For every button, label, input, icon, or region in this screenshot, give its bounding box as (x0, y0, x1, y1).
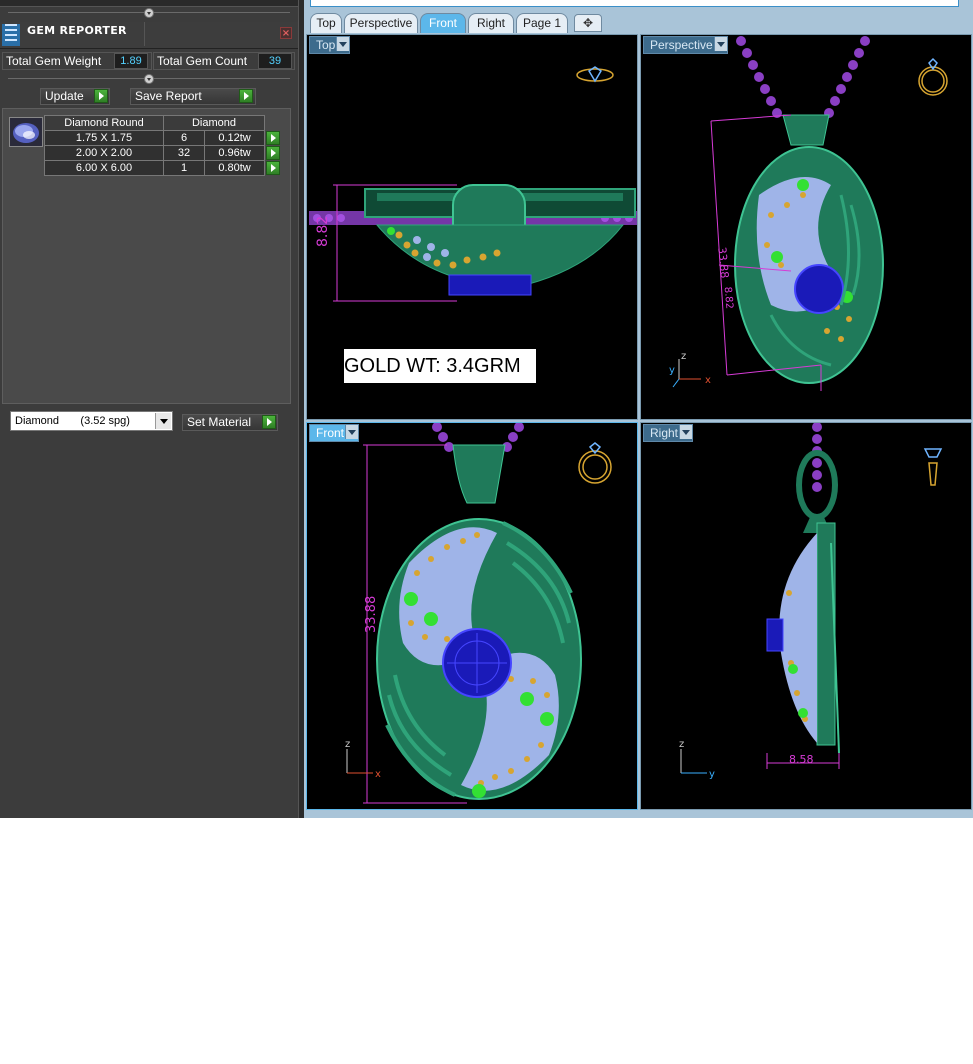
top-dim-label: 8.82 (315, 216, 331, 247)
axis-z: z (681, 351, 686, 362)
gem-table-header: Diamond Round Diamond (44, 115, 282, 131)
gem-size: 1.75 X 1.75 (44, 130, 164, 146)
update-go-icon[interactable] (94, 89, 108, 103)
save-report-label: Save Report (135, 89, 202, 103)
gem-size: 2.00 X 2.00 (44, 145, 164, 161)
tab-right[interactable]: Right (468, 13, 514, 33)
gold-weight-label: GOLD WT: 3.4GRM (344, 349, 536, 383)
gem-reporter-header: GEM REPORTER × (0, 22, 298, 49)
command-line[interactable] (310, 0, 959, 7)
set-material-label: Set Material (187, 415, 252, 429)
chevron-down-icon[interactable] (345, 425, 359, 439)
header-type: Diamond (163, 115, 265, 131)
total-count-value: 39 (258, 53, 292, 69)
select-row-icon[interactable] (266, 160, 280, 175)
report-icon (2, 24, 20, 46)
gem-weight: 0.80tw (204, 160, 265, 176)
right-view-render: 8.58 z y (679, 423, 943, 780)
chevron-down-icon[interactable] (679, 425, 693, 439)
viewport-front-label[interactable]: Front (309, 424, 360, 442)
gem-count: 32 (162, 145, 206, 161)
material-value: Diamond (3.52 spg) (15, 415, 130, 427)
material-select[interactable]: Diamond (3.52 spg) (10, 411, 173, 431)
viewport-right-label[interactable]: Right (643, 424, 694, 442)
table-row[interactable]: 6.00 X 6.00 1 0.80tw (44, 160, 282, 176)
table-row[interactable]: 1.75 X 1.75 6 0.12tw (44, 130, 282, 146)
gem-size: 6.00 X 6.00 (44, 160, 164, 176)
chevron-down-icon[interactable] (336, 37, 350, 51)
axis-z: z (679, 739, 684, 750)
header-shape: Diamond Round (44, 115, 164, 131)
viewport-perspective[interactable]: 33.88 8.82 z x y Perspective (640, 34, 972, 420)
perspective-view-render: 33.88 8.82 z x y (669, 36, 948, 391)
total-weight-label: Total Gem Weight (6, 54, 102, 68)
axis-y: y (709, 769, 715, 780)
axis-x: x (375, 769, 381, 780)
save-report-button[interactable]: Save Report (130, 88, 256, 105)
viewport-top[interactable]: 8.82 Top GOLD WT: 3.4GRM (306, 34, 638, 420)
select-row-icon[interactable] (266, 145, 280, 160)
gem-weight: 0.12tw (204, 130, 265, 146)
set-material-go-icon[interactable] (262, 415, 276, 429)
viewport-area: Top Perspective Front Right Page 1 ✥ 8.8… (304, 0, 973, 818)
table-row[interactable]: 2.00 X 2.00 32 0.96tw (44, 145, 282, 161)
update-label: Update (45, 89, 84, 103)
gem-table: Diamond Round Diamond 1.75 X 1.75 6 0.12… (44, 115, 282, 176)
gem-reporter-panel: GEM REPORTER × Total Gem Weight 1.89 Tot… (0, 0, 298, 818)
add-tab-icon[interactable]: ✥ (574, 14, 602, 32)
viewport-tabs: Top Perspective Front Right Page 1 ✥ (304, 10, 973, 34)
front-dim-label: 33.88 (364, 596, 379, 633)
select-row-icon[interactable] (266, 130, 280, 145)
perspective-dim-2: 8.82 (722, 286, 735, 309)
tab-perspective[interactable]: Perspective (344, 13, 418, 33)
axis-y: y (669, 365, 675, 376)
gem-count: 1 (162, 160, 206, 176)
panel-top-strip (0, 0, 298, 7)
close-icon[interactable]: × (280, 27, 292, 39)
panel-splitter-mid[interactable] (8, 74, 290, 84)
diamond-round-thumbnail[interactable] (9, 117, 43, 147)
panel-title: GEM REPORTER (27, 24, 127, 37)
collapse-down-icon[interactable] (144, 8, 154, 18)
chevron-down-icon[interactable] (713, 37, 727, 51)
collapse-up-icon[interactable] (144, 74, 154, 84)
viewport-front[interactable]: 33.88 z x Front (306, 422, 638, 810)
axis-z: z (345, 739, 350, 750)
tab-front[interactable]: Front (420, 13, 466, 33)
gem-count: 6 (162, 130, 206, 146)
viewport-right[interactable]: 8.58 z y Right (640, 422, 972, 810)
tab-page-1[interactable]: Page 1 (516, 13, 568, 33)
save-report-go-icon[interactable] (239, 89, 253, 103)
tab-top[interactable]: Top (310, 13, 342, 33)
viewport-perspective-label[interactable]: Perspective (643, 36, 728, 54)
perspective-dim-1: 33.88 (715, 246, 731, 279)
front-view-render: 33.88 z x (345, 423, 612, 804)
total-weight-value: 1.89 (114, 53, 148, 69)
chevron-down-icon[interactable] (155, 413, 171, 429)
right-dim-label: 8.58 (789, 753, 814, 766)
gem-weight: 0.96tw (204, 145, 265, 161)
app-window: GEM REPORTER × Total Gem Weight 1.89 Tot… (0, 0, 973, 818)
viewport-top-label[interactable]: Top (309, 36, 351, 54)
panel-splitter-top[interactable] (8, 8, 290, 18)
axis-x: x (705, 375, 711, 386)
total-count-label: Total Gem Count (157, 54, 248, 68)
gem-list-area: Diamond Round Diamond 1.75 X 1.75 6 0.12… (2, 108, 291, 404)
